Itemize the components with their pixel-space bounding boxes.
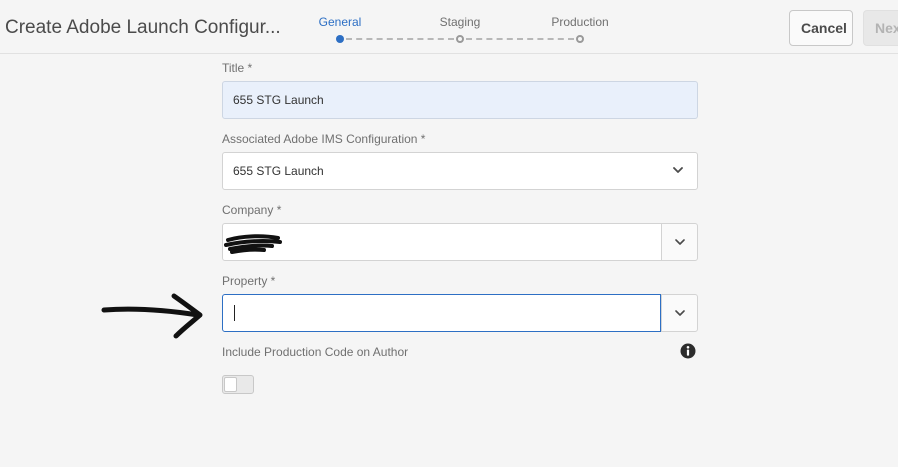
step-connector — [466, 38, 574, 40]
step-production-label[interactable]: Production — [551, 15, 608, 29]
next-button[interactable]: Next — [863, 10, 898, 46]
text-caret — [234, 305, 235, 321]
info-icon[interactable] — [680, 343, 696, 359]
include-production-label: Include Production Code on Author — [222, 345, 409, 359]
property-input[interactable] — [222, 294, 661, 332]
header-bar: Create Adobe Launch Configur... General … — [0, 0, 898, 54]
chevron-down-icon — [674, 238, 685, 245]
step-connector — [346, 38, 454, 40]
title-label: Title * — [222, 61, 253, 75]
company-label: Company * — [222, 203, 282, 217]
step-general-label[interactable]: General — [319, 15, 362, 29]
chevron-down-icon — [673, 167, 683, 173]
ims-config-select[interactable]: 655 STG Launch — [222, 152, 698, 190]
step-staging-label[interactable]: Staging — [440, 15, 481, 29]
redaction-scribble — [224, 234, 282, 254]
cancel-button[interactable]: Cancel — [789, 10, 853, 46]
toggle-knob — [224, 377, 237, 392]
property-label: Property * — [222, 274, 276, 288]
annotation-arrow — [101, 293, 203, 339]
include-production-toggle[interactable] — [222, 375, 254, 394]
company-dropdown-button[interactable] — [661, 223, 698, 261]
step-production-dot — [576, 35, 584, 43]
ims-config-value: 655 STG Launch — [233, 164, 324, 178]
step-staging-dot — [456, 35, 464, 43]
ims-config-label: Associated Adobe IMS Configuration * — [222, 132, 426, 146]
step-general-dot — [336, 35, 344, 43]
property-dropdown-button[interactable] — [661, 294, 698, 332]
title-input-value: 655 STG Launch — [233, 93, 324, 107]
chevron-down-icon — [674, 309, 685, 316]
page-title: Create Adobe Launch Configur... — [5, 17, 281, 38]
company-input[interactable] — [222, 223, 662, 261]
title-input[interactable]: 655 STG Launch — [222, 81, 698, 119]
